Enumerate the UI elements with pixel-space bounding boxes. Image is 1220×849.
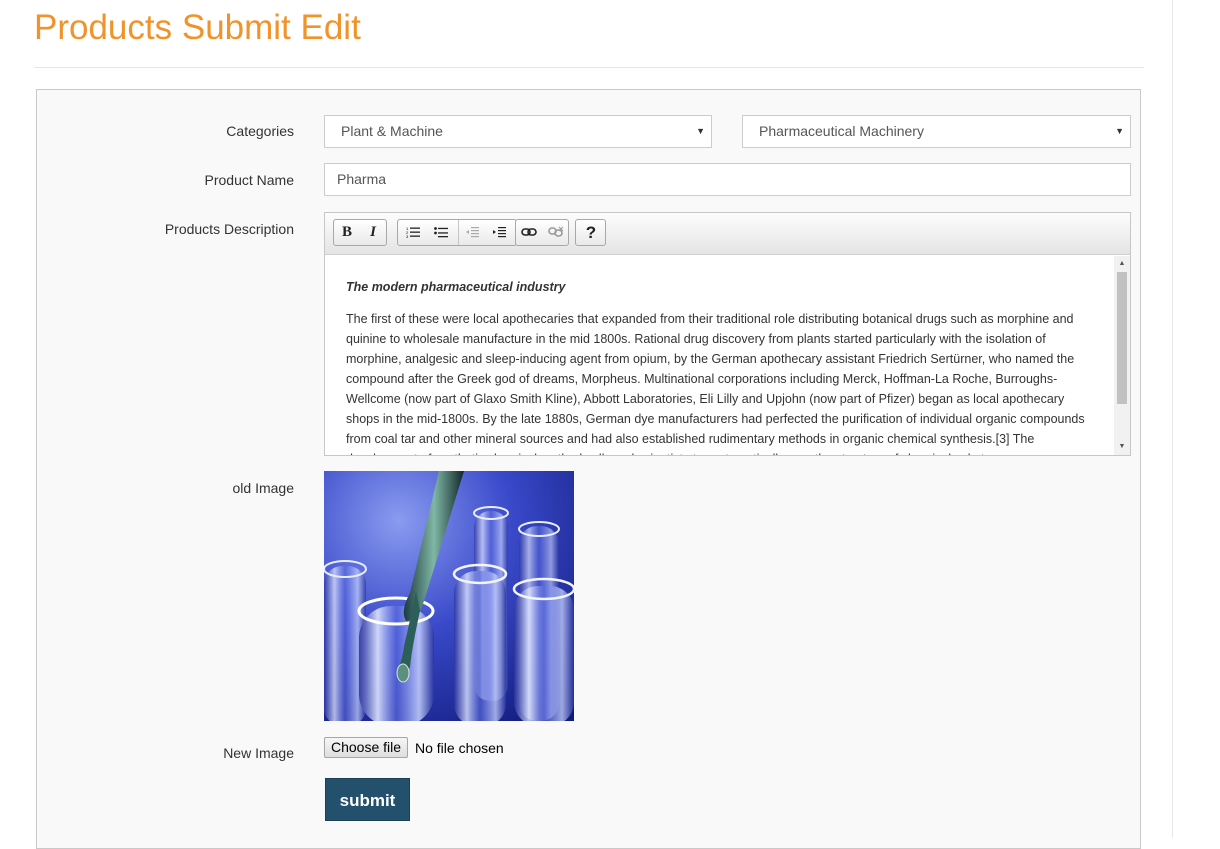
new-image-label: New Image: [223, 745, 294, 761]
svg-text:3: 3: [406, 234, 409, 238]
subcategory-select[interactable]: Pharmaceutical Machinery ▼: [742, 115, 1131, 148]
category-select-value: Plant & Machine: [341, 123, 443, 139]
indent-icon[interactable]: [486, 220, 512, 245]
editor-heading: The modern pharmaceutical industry: [346, 280, 566, 294]
title-divider: [34, 67, 1144, 68]
editor-content[interactable]: The modern pharmaceutical industry The f…: [325, 256, 1114, 455]
product-edit-form: Categories Plant & Machine ▼ Pharmaceuti…: [36, 89, 1141, 849]
right-border: [1172, 0, 1173, 838]
description-label: Products Description: [164, 221, 294, 237]
help-group: ?: [575, 219, 606, 246]
editor-paragraph: The first of these were local apothecari…: [346, 312, 1085, 455]
ordered-list-icon[interactable]: 123: [400, 220, 426, 245]
bold-icon[interactable]: B: [334, 220, 360, 245]
unlink-icon[interactable]: [543, 220, 569, 245]
list-group: 123: [397, 219, 517, 246]
no-file-chosen-text: No file chosen: [415, 740, 504, 756]
category-select[interactable]: Plant & Machine ▼: [324, 115, 712, 148]
scroll-down-icon[interactable]: ▼: [1114, 440, 1130, 454]
subcategory-select-value: Pharmaceutical Machinery: [759, 123, 924, 139]
old-image-label: old Image: [232, 480, 294, 496]
link-icon[interactable]: [516, 220, 542, 245]
help-icon[interactable]: ?: [578, 220, 604, 245]
editor-scrollbar[interactable]: ▲ ▼: [1114, 256, 1130, 455]
categories-label: Categories: [226, 123, 294, 139]
chevron-down-icon: ▼: [1115, 126, 1124, 136]
page-title: Products Submit Edit: [34, 8, 361, 47]
chevron-down-icon: ▼: [696, 126, 705, 136]
unordered-list-icon[interactable]: [428, 220, 454, 245]
outdent-icon[interactable]: [458, 220, 484, 245]
description-editor: B I 123 ? The modern pharmaceutical indu…: [324, 212, 1131, 456]
link-group: [515, 219, 569, 246]
scrollbar-thumb[interactable]: [1117, 272, 1127, 404]
italic-icon[interactable]: I: [360, 220, 386, 245]
scroll-up-icon[interactable]: ▲: [1114, 257, 1130, 271]
choose-file-button[interactable]: Choose file: [324, 737, 409, 758]
product-name-label: Product Name: [204, 172, 294, 188]
submit-button[interactable]: submit: [325, 778, 410, 821]
old-product-image: [324, 471, 574, 721]
format-group: B I: [333, 219, 387, 246]
editor-toolbar: B I 123 ?: [325, 213, 1130, 255]
product-name-input[interactable]: Pharma: [324, 163, 1131, 196]
